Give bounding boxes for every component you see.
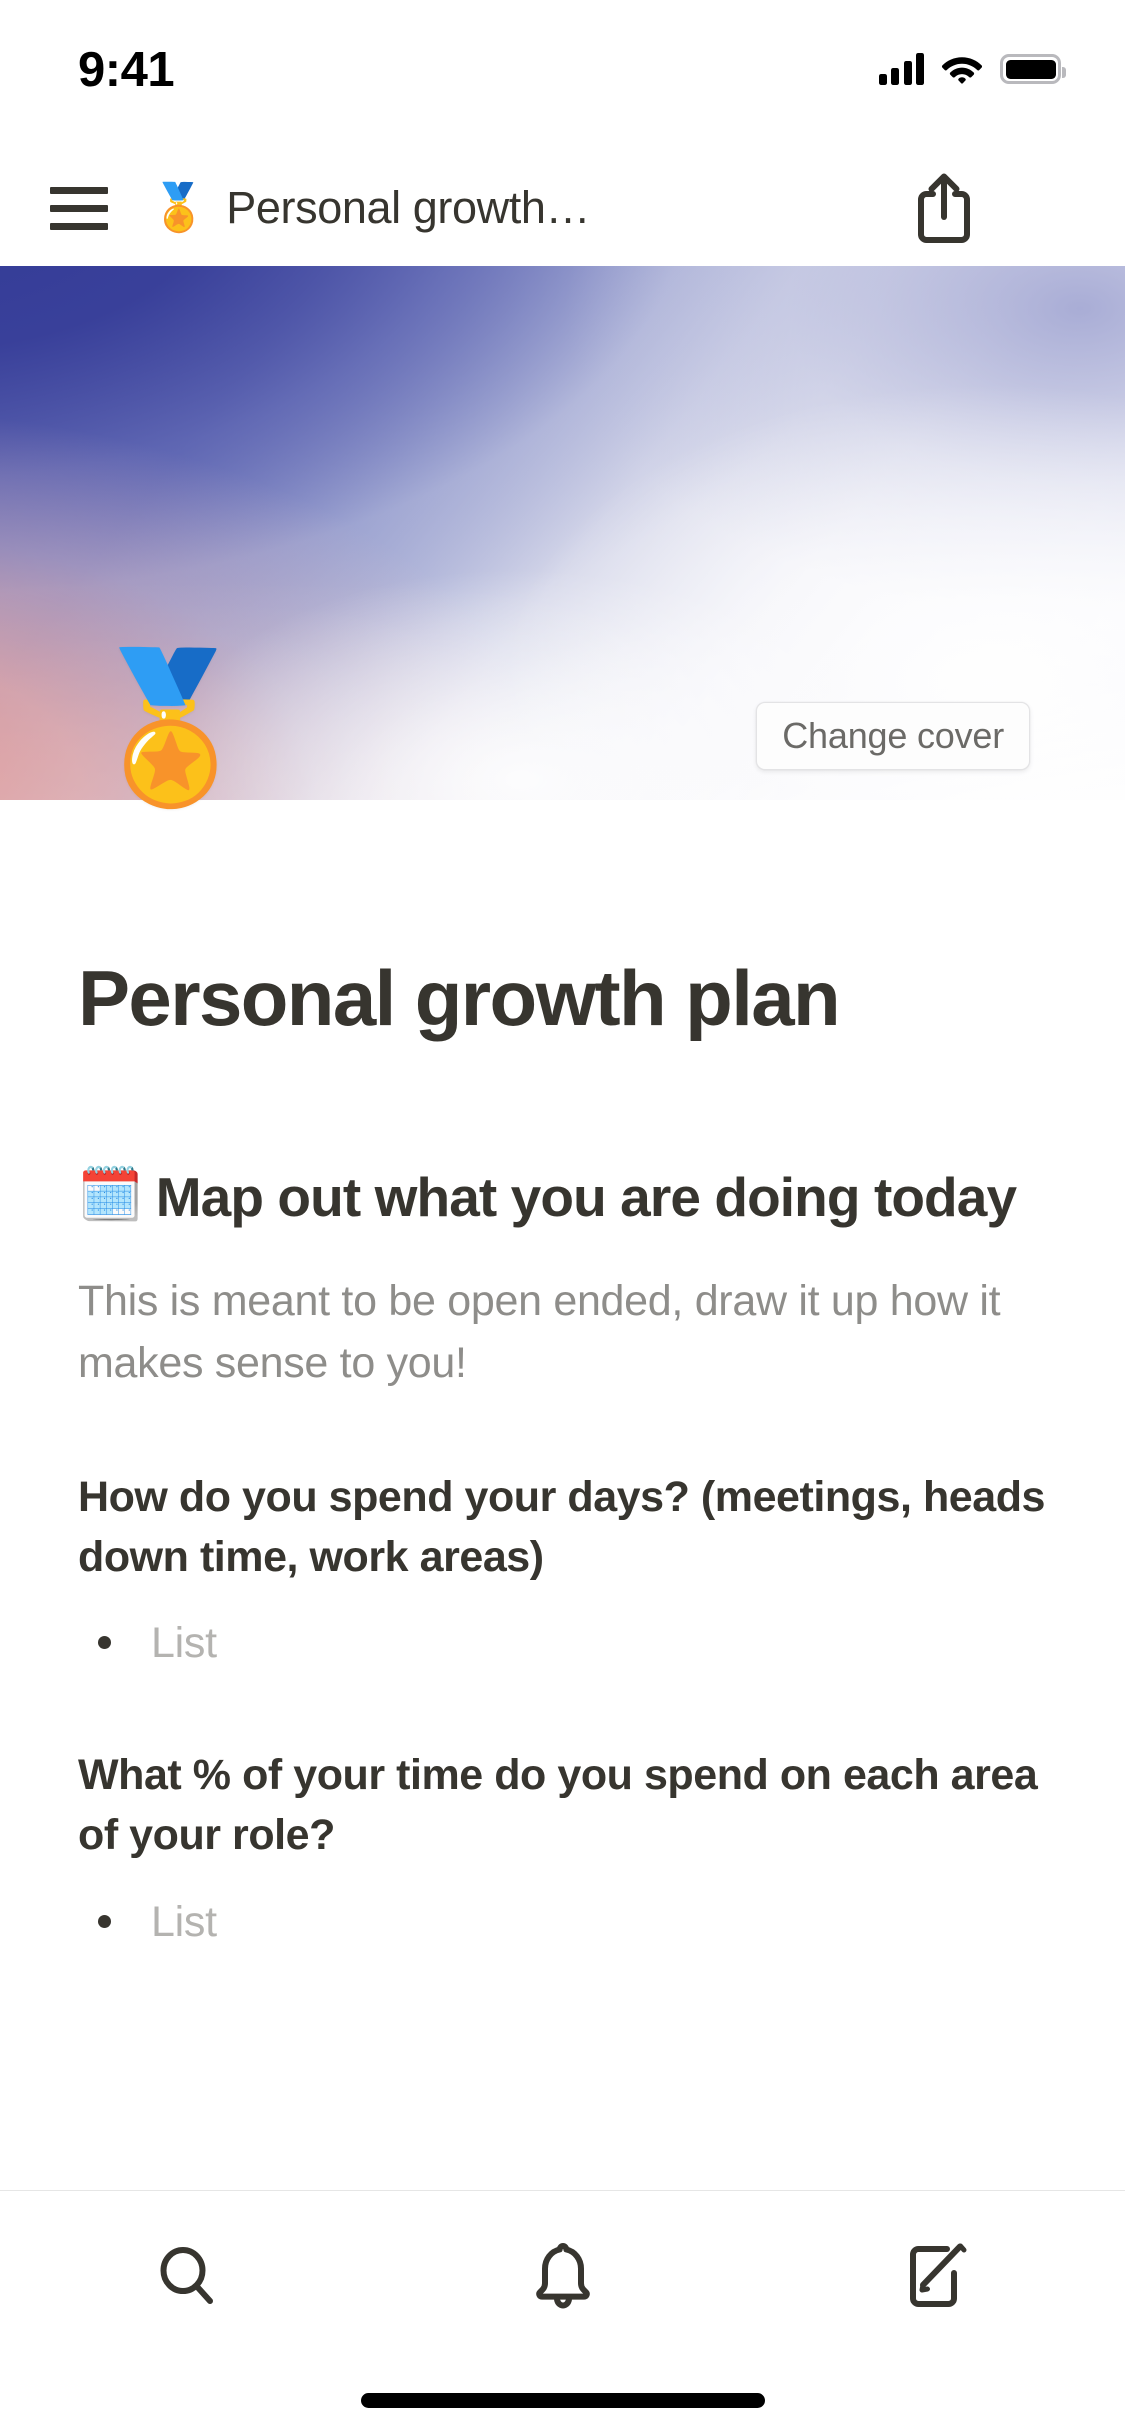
- status-bar-indicators: [878, 47, 1066, 85]
- nav-breadcrumb[interactable]: 🏅 Personal growth…: [150, 182, 899, 234]
- page-icon-emoji[interactable]: 🏅: [80, 655, 261, 800]
- tab-notifications[interactable]: [375, 2191, 750, 2363]
- hamburger-menu-icon[interactable]: [50, 177, 112, 239]
- page-content: Personal growth plan 🗓️ Map out what you…: [0, 800, 1125, 1952]
- status-bar: 9:41: [0, 0, 1125, 132]
- compose-icon: [909, 2243, 966, 2307]
- battery-full-icon: [1000, 54, 1066, 84]
- nav-page-title: Personal growth…: [226, 182, 591, 233]
- bottom-tab-bar: [0, 2190, 1125, 2436]
- tab-search[interactable]: [0, 2191, 375, 2363]
- mobile-screen: 9:41 🏅 Personal growth… Change cover 🏅 P…: [0, 0, 1125, 2436]
- tab-bar-items: [0, 2191, 1125, 2363]
- search-icon: [160, 2247, 213, 2304]
- change-cover-button[interactable]: Change cover: [756, 702, 1030, 770]
- heading-text: Map out what you are doing today: [155, 1166, 1017, 1229]
- bullet-dot-icon: [98, 1635, 111, 1649]
- list-item[interactable]: List: [78, 1613, 1047, 1673]
- status-bar-time: 9:41: [78, 42, 175, 97]
- change-cover-label: Change cover: [782, 715, 1004, 756]
- tab-new-note[interactable]: [750, 2191, 1125, 2363]
- list-item-placeholder: List: [151, 1618, 217, 1667]
- share-icon[interactable]: [899, 163, 989, 253]
- paragraph-block[interactable]: This is meant to be open ended, draw it …: [78, 1271, 1047, 1395]
- nav-page-emoji-icon: 🏅: [150, 181, 208, 233]
- spiral-calendar-icon: 🗓️: [78, 1166, 143, 1225]
- list-item[interactable]: List: [78, 1892, 1047, 1952]
- home-indicator: [360, 2393, 765, 2408]
- list-item-placeholder: List: [151, 1897, 217, 1946]
- wifi-icon: [941, 57, 983, 84]
- cellular-signal-icon: [878, 53, 924, 85]
- bell-icon: [535, 2243, 590, 2309]
- question-block-1[interactable]: How do you spend your days? (meetings, h…: [78, 1467, 1047, 1587]
- share-glyph: [918, 173, 970, 243]
- page-title[interactable]: Personal growth plan: [78, 954, 1047, 1042]
- navigation-bar: 🏅 Personal growth…: [0, 150, 1125, 266]
- heading-block[interactable]: 🗓️ Map out what you are doing today: [78, 1162, 1047, 1232]
- bullet-dot-icon: [98, 1914, 111, 1928]
- question-block-2[interactable]: What % of your time do you spend on each…: [78, 1745, 1047, 1865]
